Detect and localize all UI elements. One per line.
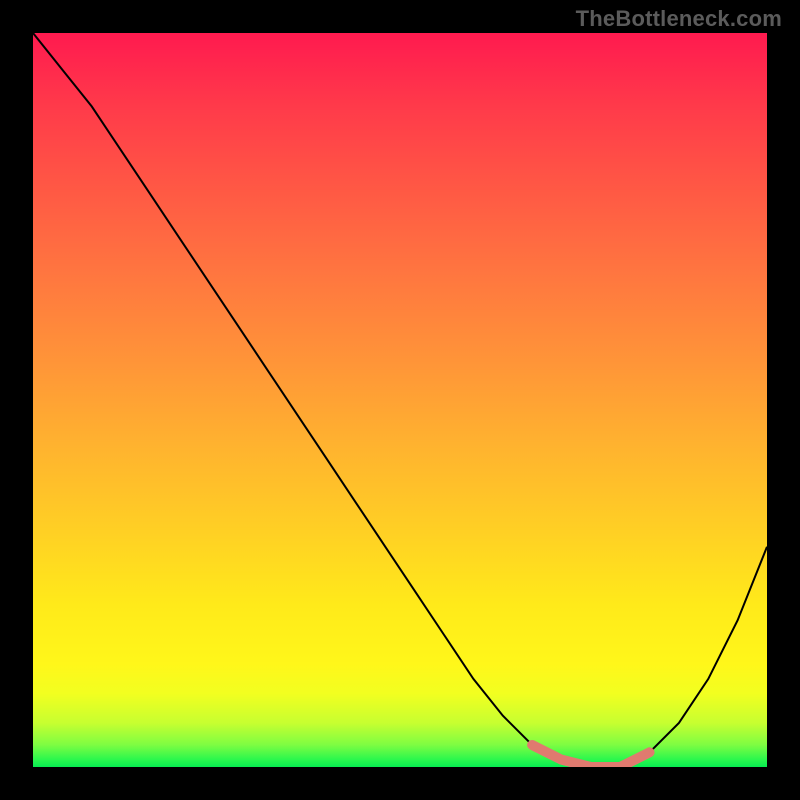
highlight-segment — [532, 745, 649, 767]
bottleneck-curve — [33, 33, 767, 767]
watermark-text: TheBottleneck.com — [576, 6, 782, 32]
chart-plot-area — [33, 33, 767, 767]
chart-svg — [33, 33, 767, 767]
